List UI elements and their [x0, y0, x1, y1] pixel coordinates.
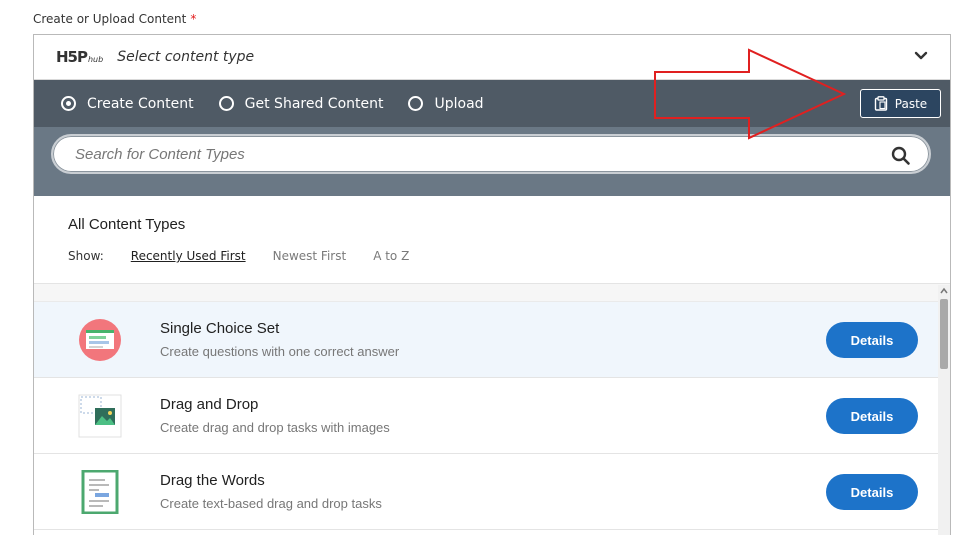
search-input[interactable]	[75, 145, 855, 163]
list-item[interactable]: Single Choice Set Create questions with …	[34, 302, 939, 378]
list-title: All Content Types	[68, 216, 186, 233]
tab-label: Get Shared Content	[244, 95, 384, 112]
sort-row: Show: Recently Used First Newest First A…	[68, 249, 950, 263]
show-label: Show:	[68, 249, 104, 263]
details-button[interactable]: Details	[826, 474, 918, 510]
paste-label: Paste	[894, 96, 928, 111]
list-scrollbar[interactable]	[938, 285, 950, 535]
logo-main: H5P	[56, 48, 88, 66]
search-box	[51, 134, 931, 174]
tab-label: Create Content	[87, 95, 194, 112]
radio-icon[interactable]	[218, 96, 234, 111]
single-choice-set-icon	[78, 318, 122, 362]
required-mark: *	[190, 12, 197, 26]
tab-get-shared-content[interactable]: Get Shared Content	[218, 95, 384, 112]
item-description: Create text-based drag and drop tasks	[160, 496, 382, 511]
h5p-hub: H5P hub Select content type Create Conten…	[33, 34, 951, 535]
drag-the-words-icon	[78, 469, 122, 514]
details-button[interactable]: Details	[826, 322, 918, 358]
paste-button[interactable]: Paste	[860, 89, 941, 118]
content-type-list: Single Choice Set Create questions with …	[34, 302, 950, 530]
chevron-down-icon[interactable]	[914, 49, 928, 63]
tab-upload[interactable]: Upload	[408, 95, 484, 112]
radio-icon[interactable]	[408, 96, 424, 111]
sort-a-to-z[interactable]: A to Z	[373, 249, 409, 263]
item-description: Create drag and drop tasks with images	[160, 420, 390, 435]
hub-header[interactable]: H5P hub Select content type	[34, 35, 950, 80]
item-description: Create questions with one correct answer	[160, 344, 400, 359]
list-spacer	[34, 284, 950, 302]
clipboard-icon	[874, 96, 887, 111]
field-label-text: Create or Upload Content	[33, 12, 187, 26]
drag-and-drop-icon	[78, 394, 122, 438]
list-item[interactable]: Drag and Drop Create drag and drop tasks…	[34, 378, 939, 454]
scrollbar-thumb[interactable]	[940, 299, 948, 369]
hub-title: Select content type	[117, 49, 255, 65]
item-title: Drag and Drop	[160, 396, 259, 413]
item-title: Drag the Words	[160, 472, 265, 489]
tab-label: Upload	[434, 95, 484, 112]
item-title: Single Choice Set	[160, 320, 280, 337]
sort-newest-first[interactable]: Newest First	[273, 249, 347, 263]
list-item[interactable]: Drag the Words Create text-based drag an…	[34, 454, 939, 530]
tab-bar: Create Content Get Shared Content Upload…	[34, 80, 950, 127]
radio-checked-icon[interactable]	[61, 96, 76, 111]
scroll-up-arrow-icon[interactable]	[940, 287, 948, 295]
details-button[interactable]: Details	[826, 398, 918, 434]
search-icon[interactable]	[891, 146, 911, 166]
sort-recently-used[interactable]: Recently Used First	[131, 249, 246, 263]
logo-sub: hub	[87, 55, 104, 64]
search-band	[34, 127, 950, 196]
list-header: All Content Types Show: Recently Used Fi…	[34, 196, 950, 284]
field-label: Create or Upload Content *	[33, 12, 196, 26]
h5p-hub-logo: H5P hub	[56, 48, 103, 66]
tab-create-content[interactable]: Create Content	[61, 96, 194, 112]
